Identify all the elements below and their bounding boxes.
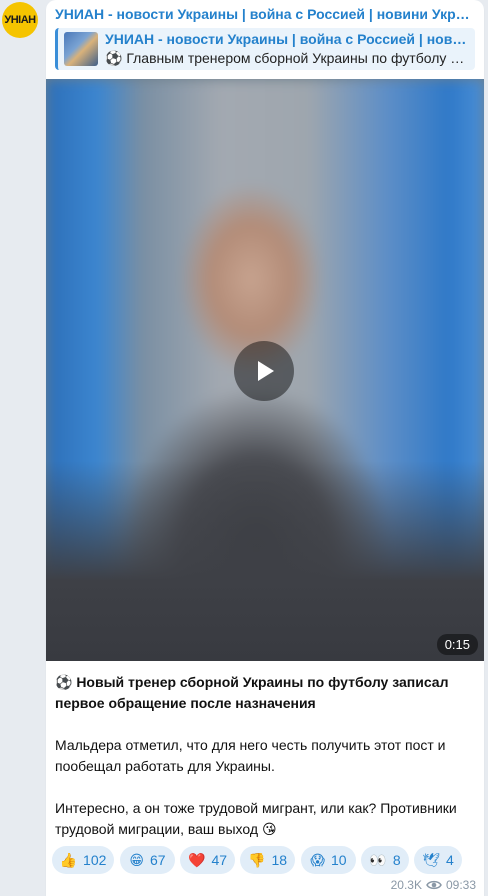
message-headline: ⚽ Новый тренер сборной Украины по футбол… xyxy=(55,674,449,711)
message-footer: 20.3K 09:33 xyxy=(391,877,476,893)
reaction-eyes[interactable]: 👀 8 xyxy=(361,846,409,874)
reaction-count: 47 xyxy=(211,852,228,868)
reaction-count: 8 xyxy=(392,852,401,868)
reaction-grin[interactable]: 😁 67 xyxy=(120,846,175,874)
heart-icon: ❤️ xyxy=(188,851,206,868)
grin-icon: 😁 xyxy=(129,851,145,868)
video-duration: 0:15 xyxy=(436,634,478,655)
reaction-count: 18 xyxy=(271,852,288,868)
eye-icon xyxy=(426,880,442,890)
view-count: 20.3K xyxy=(390,878,422,892)
reaction-count: 67 xyxy=(150,852,166,868)
reaction-heart[interactable]: ❤️ 47 xyxy=(180,846,235,874)
reactions-bar: 👍 102 😁 67 ❤️ 47 👎 18 😱 10 👀 8 🕊 4 xyxy=(52,846,480,874)
reaction-count: 10 xyxy=(331,852,347,868)
reaction-thumbs-down[interactable]: 👎 18 xyxy=(240,846,295,874)
channel-avatar[interactable]: УНІАН xyxy=(2,2,38,38)
thumbs-down-icon: 👎 xyxy=(248,851,266,868)
reply-preview[interactable]: УНИАН - новости Украины | война с Россие… xyxy=(55,28,475,70)
reaction-dove[interactable]: 🕊 4 xyxy=(414,846,462,874)
message-paragraph: Мальдера отметил, что для него честь пол… xyxy=(55,737,446,774)
thumbs-up-icon: 👍 xyxy=(59,851,78,868)
message-text: ⚽ Новый тренер сборной Украины по футбол… xyxy=(55,672,475,861)
eyes-icon: 👀 xyxy=(369,851,387,868)
dove-icon: 🕊 xyxy=(422,851,440,868)
play-icon xyxy=(258,361,274,381)
reply-title: УНИАН - новости Украины | война с Россие… xyxy=(105,31,471,47)
reaction-count: 4 xyxy=(445,852,454,868)
channel-name[interactable]: УНИАН - новости Украины | война с Россие… xyxy=(55,6,475,22)
reaction-scream[interactable]: 😱 10 xyxy=(301,846,356,874)
scream-icon: 😱 xyxy=(310,851,326,868)
message-paragraph: Интересно, а он тоже трудовой мигрант, и… xyxy=(55,800,457,837)
avatar-logo-text: УНІАН xyxy=(4,14,36,26)
reaction-thumbs-up[interactable]: 👍 102 xyxy=(52,846,114,874)
reply-thumbnail xyxy=(64,32,98,66)
message-time: 09:33 xyxy=(445,878,476,892)
reaction-count: 102 xyxy=(83,852,107,868)
video-player[interactable]: 0:15 xyxy=(46,79,484,661)
reply-text: ⚽ Главным тренером сборной Украины по фу… xyxy=(105,50,471,66)
message-bubble: УНИАН - новости Украины | война с Россие… xyxy=(46,0,484,896)
play-button[interactable] xyxy=(234,341,294,401)
